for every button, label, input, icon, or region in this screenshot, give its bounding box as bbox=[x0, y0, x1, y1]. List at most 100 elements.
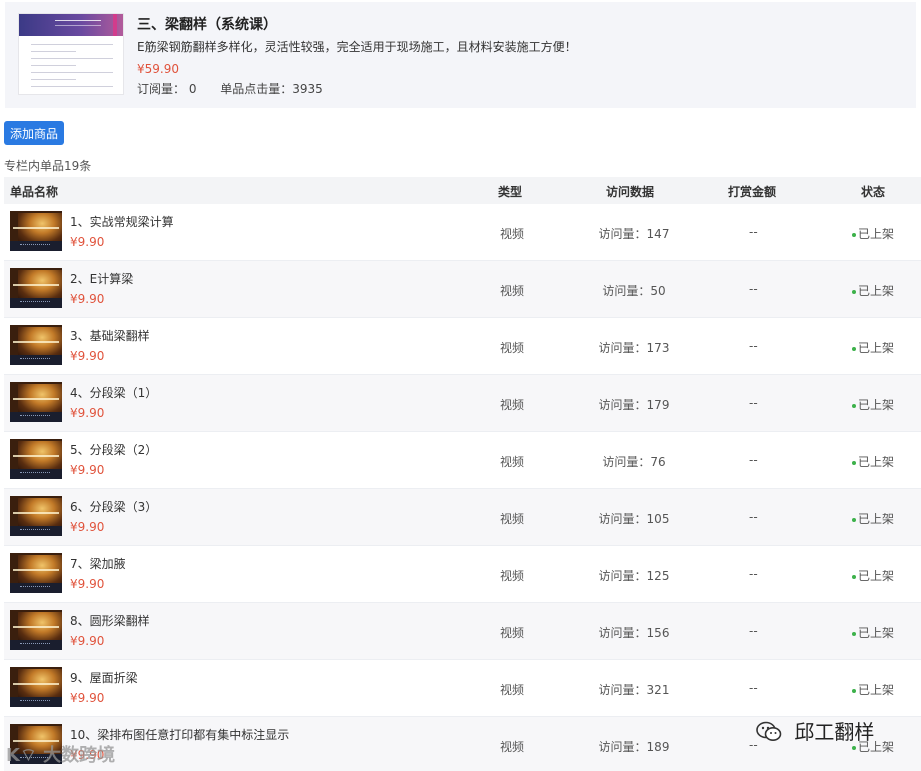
item-type: 视频 bbox=[500, 455, 525, 469]
item-amount: -- bbox=[749, 453, 758, 467]
item-amount: -- bbox=[749, 225, 758, 239]
item-title[interactable]: 3、基础梁翻样 bbox=[70, 327, 150, 344]
item-status: 已上架 bbox=[852, 681, 894, 698]
cover-contents bbox=[31, 44, 113, 93]
status-label: 已上架 bbox=[858, 626, 895, 640]
status-label: 已上架 bbox=[858, 227, 895, 241]
column-price: ¥59.90 bbox=[137, 62, 179, 76]
item-title[interactable]: 7、梁加腋 bbox=[70, 555, 126, 572]
watermark-left: K⌔ 大数跨境 bbox=[6, 745, 116, 766]
table-row[interactable]: 8、圆形梁翻样 ¥9.90 视频 访问量：156 -- 已上架 bbox=[4, 603, 921, 660]
item-price: ¥9.90 bbox=[70, 463, 105, 477]
item-price: ¥9.90 bbox=[70, 235, 105, 249]
item-status: 已上架 bbox=[852, 225, 894, 242]
table-row[interactable]: 3、基础梁翻样 ¥9.90 视频 访问量：173 -- 已上架 bbox=[4, 318, 921, 375]
item-amount: -- bbox=[749, 681, 758, 695]
item-status: 已上架 bbox=[852, 453, 894, 470]
item-status: 已上架 bbox=[852, 339, 894, 356]
item-visits: 访问量：50 bbox=[602, 284, 666, 298]
table-row[interactable]: 6、分段梁（3） ¥9.90 视频 访问量：105 -- 已上架 bbox=[4, 489, 921, 546]
item-amount: -- bbox=[749, 510, 758, 524]
add-item-button[interactable]: 添加商品 bbox=[4, 121, 64, 145]
click-count: 单品点击量：3935 bbox=[220, 82, 323, 96]
table-row[interactable]: 1、实战常规梁计算 ¥9.90 视频 访问量：147 -- 已上架 bbox=[4, 204, 921, 261]
item-type: 视频 bbox=[500, 569, 525, 583]
item-thumbnail[interactable] bbox=[10, 610, 62, 650]
item-visits: 访问量：321 bbox=[598, 683, 670, 697]
item-visits: 访问量：189 bbox=[598, 740, 670, 754]
header-visits: 访问数据 bbox=[606, 185, 655, 199]
item-type: 视频 bbox=[500, 683, 525, 697]
status-label: 已上架 bbox=[858, 683, 895, 697]
table-row[interactable]: 7、梁加腋 ¥9.90 视频 访问量：125 -- 已上架 bbox=[4, 546, 921, 603]
table-row[interactable]: 5、分段梁（2） ¥9.90 视频 访问量：76 -- 已上架 bbox=[4, 432, 921, 489]
item-amount: -- bbox=[749, 567, 758, 581]
item-type: 视频 bbox=[500, 740, 525, 754]
item-status: 已上架 bbox=[852, 282, 894, 299]
item-amount: -- bbox=[749, 624, 758, 638]
item-thumbnail[interactable] bbox=[10, 211, 62, 251]
item-visits: 访问量：105 bbox=[598, 512, 670, 526]
table-header: 单品名称 类型 访问数据 打赏金额 状态 bbox=[4, 177, 921, 204]
status-label: 已上架 bbox=[858, 398, 895, 412]
table-row[interactable]: 9、屋面折梁 ¥9.90 视频 访问量：321 -- 已上架 bbox=[4, 660, 921, 717]
status-dot-icon bbox=[852, 574, 856, 579]
column-stats: 订阅量： 0 单品点击量：3935 bbox=[137, 80, 343, 97]
status-label: 已上架 bbox=[858, 569, 895, 583]
item-visits: 访问量：173 bbox=[598, 341, 670, 355]
status-dot-icon bbox=[852, 289, 856, 294]
cover-banner bbox=[19, 14, 123, 36]
wechat-icon bbox=[756, 721, 782, 741]
status-label: 已上架 bbox=[858, 284, 895, 298]
item-type: 视频 bbox=[500, 284, 525, 298]
item-title[interactable]: 2、E计算梁 bbox=[70, 270, 133, 287]
item-type: 视频 bbox=[500, 512, 525, 526]
item-thumbnail[interactable] bbox=[10, 268, 62, 308]
column-title: 三、梁翻样（系统课） bbox=[137, 17, 277, 33]
item-price: ¥9.90 bbox=[70, 292, 105, 306]
item-price: ¥9.90 bbox=[70, 577, 105, 591]
item-title[interactable]: 1、实战常规梁计算 bbox=[70, 213, 174, 230]
item-amount: -- bbox=[749, 282, 758, 296]
header-type: 类型 bbox=[498, 185, 523, 199]
header-name: 单品名称 bbox=[10, 185, 59, 199]
item-thumbnail[interactable] bbox=[10, 496, 62, 536]
item-count-label: 专栏内单品19条 bbox=[4, 159, 92, 173]
status-label: 已上架 bbox=[858, 341, 895, 355]
status-dot-icon bbox=[852, 403, 856, 408]
item-type: 视频 bbox=[500, 626, 525, 640]
item-price: ¥9.90 bbox=[70, 691, 105, 705]
status-dot-icon bbox=[852, 745, 856, 750]
item-thumbnail[interactable] bbox=[10, 439, 62, 479]
item-title[interactable]: 4、分段梁（1） bbox=[70, 384, 157, 401]
item-amount: -- bbox=[749, 396, 758, 410]
item-status: 已上架 bbox=[852, 567, 894, 584]
item-price: ¥9.90 bbox=[70, 634, 105, 648]
item-thumbnail[interactable] bbox=[10, 667, 62, 707]
item-thumbnail[interactable] bbox=[10, 325, 62, 365]
status-dot-icon bbox=[852, 232, 856, 237]
item-title[interactable]: 8、圆形梁翻样 bbox=[70, 612, 150, 629]
column-header: 三、梁翻样（系统课） E筋梁钢筋翻样多样化，灵活性较强，完全适用于现场施工，且材… bbox=[5, 2, 916, 108]
item-price: ¥9.90 bbox=[70, 406, 105, 420]
item-thumbnail[interactable] bbox=[10, 382, 62, 422]
status-dot-icon bbox=[852, 460, 856, 465]
item-visits: 访问量：125 bbox=[598, 569, 670, 583]
item-title[interactable]: 9、屋面折梁 bbox=[70, 669, 138, 686]
header-amount: 打赏金额 bbox=[728, 185, 777, 199]
status-dot-icon bbox=[852, 346, 856, 351]
item-price: ¥9.90 bbox=[70, 349, 105, 363]
header-status: 状态 bbox=[861, 185, 886, 199]
column-description: E筋梁钢筋翻样多样化，灵活性较强，完全适用于现场施工，且材料安装施工方便！ bbox=[137, 40, 577, 54]
column-cover-image[interactable] bbox=[18, 13, 124, 95]
item-status: 已上架 bbox=[852, 624, 894, 641]
item-visits: 访问量：147 bbox=[598, 227, 670, 241]
item-type: 视频 bbox=[500, 227, 525, 241]
item-type: 视频 bbox=[500, 341, 525, 355]
table-row[interactable]: 4、分段梁（1） ¥9.90 视频 访问量：179 -- 已上架 bbox=[4, 375, 921, 432]
item-thumbnail[interactable] bbox=[10, 553, 62, 593]
item-title[interactable]: 5、分段梁（2） bbox=[70, 441, 157, 458]
items-table: 单品名称 类型 访问数据 打赏金额 状态 1、实战常规梁计算 ¥9.90 视频 访问量… bbox=[4, 177, 921, 771]
table-row[interactable]: 2、E计算梁 ¥9.90 视频 访问量：50 -- 已上架 bbox=[4, 261, 921, 318]
item-title[interactable]: 6、分段梁（3） bbox=[70, 498, 157, 515]
